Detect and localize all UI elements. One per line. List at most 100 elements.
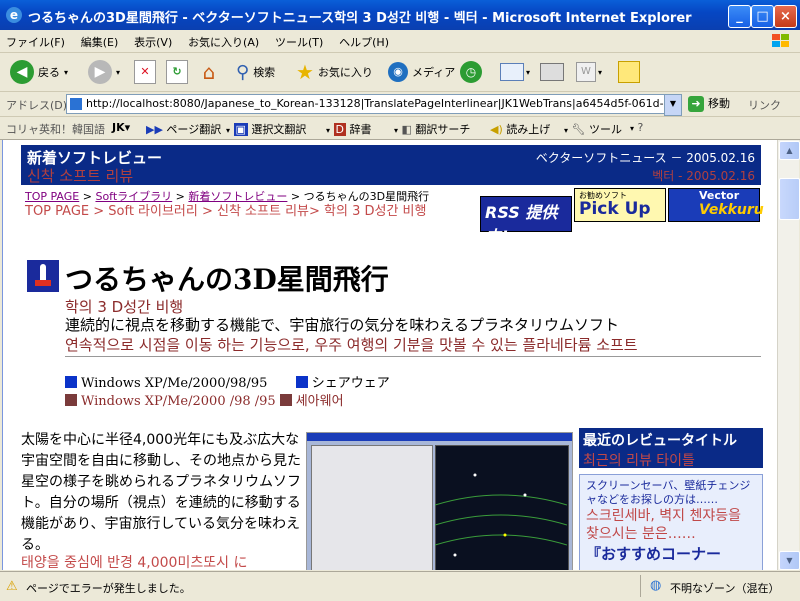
translate-search-icon: ◧ — [401, 123, 412, 136]
page-subtitle: 連続的に視点を移動する機能で、宇宙旅行の気分を味わえるプラネタリウムソフト — [65, 316, 619, 334]
translate-search-label: 翻訳サーチ — [415, 123, 471, 136]
mail-button[interactable]: ▾ — [500, 59, 530, 85]
translate-search-button[interactable]: ▾ ◧ 翻訳サーチ — [394, 121, 470, 137]
dictionary-button[interactable]: ▾ D 辞書 — [326, 121, 372, 137]
favorites-label: お気に入り — [317, 66, 373, 79]
page-subtitle-kr: 연속적으로 시점을 이동 하는 기능으로, 우주 여행의 기분을 맛볼 수 있는… — [65, 336, 638, 354]
close-button[interactable]: × — [774, 5, 797, 28]
selection-translate-button[interactable]: ▾ ▣ 選択文翻訳 — [226, 121, 306, 137]
address-dropdown-icon[interactable]: ▼ — [664, 94, 682, 116]
warning-icon[interactable]: ⚠ — [6, 579, 18, 594]
news-date: ベクターソフトニュース － 2005.02.16 — [535, 151, 755, 165]
back-dropdown-icon[interactable]: ▾ — [64, 68, 68, 77]
breadcrumb-review-link[interactable]: 新着ソフトレビュー — [188, 190, 287, 203]
star-icon: ★ — [296, 60, 314, 84]
menu-edit[interactable]: 編集(E) — [75, 30, 125, 54]
window-title: つるちゃんの3D星間飛行 - ベクターソフトニュース학의 3 D성간 비행 - … — [28, 11, 692, 26]
media-button[interactable]: ◉ メディア — [388, 59, 455, 85]
translation-toolbar: コリャ英和！韓国語 JK▾ ▶▶ ページ翻訳 ▾ ▣ 選択文翻訳 ▾ D 辞書 … — [0, 117, 800, 140]
mail-dropdown-icon[interactable]: ▾ — [526, 68, 530, 77]
recommend-link[interactable]: 『おすすめコーナー — [586, 543, 756, 564]
media-label: メディア — [412, 66, 456, 79]
standard-toolbar: ◀ 戻る ▾ ▶ ▾ ✕ ↻ ⌂ ⚲ 検索 ★ お気に入り ◉ メディア ◷ ▾… — [0, 53, 800, 92]
read-aloud-button[interactable]: ◀) 読み上げ — [490, 121, 550, 137]
back-label: 戻る — [38, 66, 60, 79]
breadcrumb-separator: > — [79, 190, 96, 203]
dictionary-icon: D — [333, 123, 346, 136]
maximize-button[interactable]: □ — [751, 5, 774, 28]
jk-mode-button[interactable]: JK▾ — [112, 121, 130, 134]
dropdown-icon: ▾ — [226, 126, 231, 135]
rocket-icon — [27, 260, 59, 292]
dropdown-icon: ▾ — [326, 126, 331, 135]
os-bullet-icon — [65, 394, 77, 406]
go-button[interactable]: ➜ 移動 — [688, 95, 730, 112]
discuss-button[interactable] — [618, 59, 640, 85]
breadcrumb: TOP PAGE > Softライブラリ > 新着ソフトレビュー > つるちゃん… — [25, 188, 429, 204]
license-label-kr: 셰아웨어 — [295, 394, 344, 409]
zone-globe-icon: ◍ — [650, 578, 662, 593]
breadcrumb-separator: > — [172, 190, 189, 203]
help-button[interactable]: ▾ ? — [630, 121, 643, 134]
rss-banner[interactable]: RSS 提供中! — [480, 196, 572, 246]
back-button[interactable]: ◀ 戻る ▾ — [10, 59, 68, 85]
recent-reviews-header: 最近のレビュータイトル 최근의 리뷰 타이틀 — [579, 428, 763, 469]
os-label: Windows XP/Me/2000/98/95 — [81, 376, 268, 391]
news-date-kr: 벡터 - 2005.02.16 — [652, 169, 755, 183]
back-arrow-icon: ◀ — [10, 60, 34, 84]
page-translate-button[interactable]: ▶▶ ページ翻訳 — [146, 121, 221, 137]
favorites-button[interactable]: ★ お気に入り — [296, 59, 373, 85]
os-bullet-icon — [65, 376, 77, 388]
home-button[interactable]: ⌂ — [198, 59, 220, 85]
dropdown-icon: ▾ — [630, 124, 635, 133]
menu-help[interactable]: ヘルプ(H) — [333, 30, 395, 54]
page-header-bar: 新着ソフトレビュー 신착 소프트 리뷰 ベクターソフトニュース － 2005.0… — [21, 145, 761, 185]
vertical-scrollbar[interactable]: ▲ ▼ — [777, 140, 800, 570]
menu-bar: ファイル(F) 編集(E) 表示(V) お気に入り(A) ツール(T) ヘルプ(… — [0, 30, 800, 53]
menu-favorites[interactable]: お気に入り(A) — [182, 30, 265, 54]
page-title: つるちゃんの3D星間飛行 — [65, 263, 389, 296]
minimize-button[interactable]: _ — [728, 5, 751, 28]
screensaver-text: スクリーンセーバ、壁紙チェンジャなどをお探しの方は…… — [586, 479, 751, 506]
edit-button[interactable]: W ▾ — [576, 59, 602, 85]
menu-tools[interactable]: ツール(T) — [269, 30, 329, 54]
search-label: 検索 — [253, 66, 276, 79]
ie-logo-icon: e — [6, 7, 22, 23]
os-info: Windows XP/Me/2000/98/95 シェアウェア — [65, 372, 390, 391]
breadcrumb-library-link[interactable]: Softライブラリ — [95, 190, 172, 203]
vekkuru-banner-title: Vekkuru — [699, 202, 764, 218]
title-bar: e つるちゃんの3D星間飛行 - ベクターソフトニュース학의 3 D성간 비행 … — [0, 0, 800, 30]
refresh-button[interactable]: ↻ — [166, 59, 188, 85]
software-screenshot[interactable] — [306, 432, 573, 570]
forward-button[interactable]: ▶ ▾ — [88, 59, 120, 85]
edit-dropdown-icon[interactable]: ▾ — [598, 68, 602, 77]
breadcrumb-current: > つるちゃんの3D星間飛行 — [287, 190, 430, 203]
dropdown-icon: ▾ — [564, 126, 569, 135]
menu-view[interactable]: 表示(V) — [128, 30, 178, 54]
forward-arrow-icon: ▶ — [88, 60, 112, 84]
address-url: http://localhost:8080/Japanese_to_Korean… — [86, 97, 666, 110]
page-icon — [70, 98, 82, 110]
search-button[interactable]: ⚲ 検索 — [236, 59, 275, 85]
history-clock-icon: ◷ — [460, 61, 482, 83]
go-arrow-icon: ➜ — [688, 96, 704, 112]
menu-file[interactable]: ファイル(F) — [0, 30, 71, 54]
address-label: アドレス(D) — [6, 99, 68, 112]
pickup-banner[interactable]: お勧めソフト Pick Up — [574, 188, 666, 222]
history-button[interactable]: ◷ — [460, 59, 482, 85]
mail-icon — [500, 63, 524, 81]
address-input[interactable]: http://localhost:8080/Japanese_to_Korean… — [66, 94, 666, 114]
print-button[interactable] — [540, 59, 564, 85]
page-translate-icon: ▶▶ — [146, 123, 163, 136]
tools-button[interactable]: ▾ 🔧︎ ツール — [564, 121, 622, 137]
forward-dropdown-icon[interactable]: ▾ — [116, 68, 120, 77]
stop-button[interactable]: ✕ — [134, 59, 156, 85]
vekkuru-banner[interactable]: Vector Vekkuru — [668, 188, 764, 222]
zone-text: 不明なゾーン（混在） — [670, 582, 780, 595]
scroll-up-icon[interactable]: ▲ — [779, 141, 800, 160]
scroll-thumb[interactable] — [779, 178, 800, 220]
status-divider — [640, 575, 641, 597]
links-button[interactable]: リンク — [748, 97, 781, 113]
breadcrumb-top-link[interactable]: TOP PAGE — [25, 190, 79, 203]
scroll-down-icon[interactable]: ▼ — [779, 551, 800, 570]
